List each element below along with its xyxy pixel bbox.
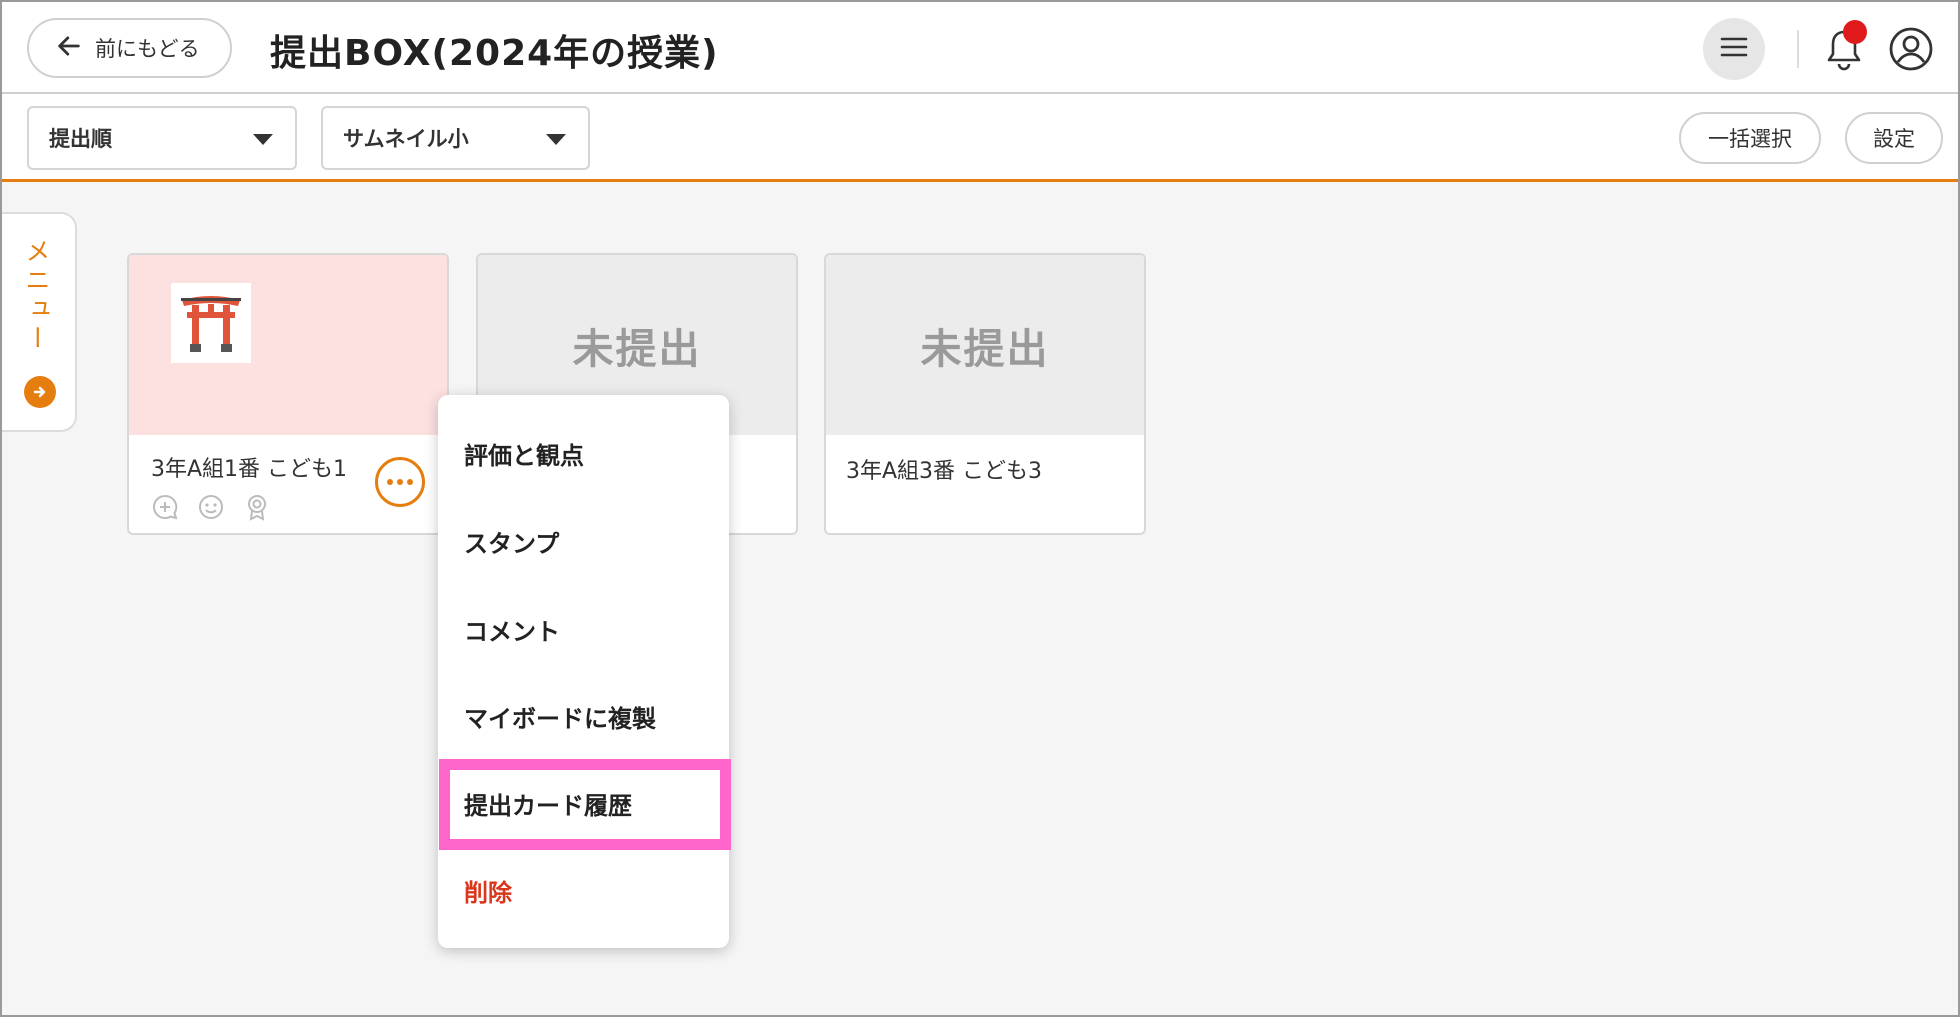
more-dot bbox=[397, 479, 403, 485]
submission-card[interactable]: 未提出 3年A組3番 こども3 bbox=[824, 253, 1146, 535]
account-icon bbox=[1888, 27, 1934, 76]
card-student-name: 3年A組1番 こども1 bbox=[151, 457, 348, 482]
more-dot bbox=[387, 479, 393, 485]
caret-down-icon bbox=[253, 134, 273, 145]
menu-item-comment[interactable]: コメント bbox=[464, 612, 560, 647]
card-context-menu: 評価と観点 スタンプ コメント マイボードに複製 提出カード履歴 削除 bbox=[438, 395, 729, 948]
more-dot bbox=[407, 479, 413, 485]
arrow-right-icon[interactable] bbox=[24, 376, 56, 408]
app-header: 前にもどる 提出BOX(2024年の授業) bbox=[2, 2, 1958, 94]
card-student-name: 3年A組3番 こども3 bbox=[846, 459, 1043, 484]
bell-icon bbox=[1822, 30, 1866, 76]
page-title: 提出BOX(2024年の授業) bbox=[270, 33, 719, 74]
highlight-annotation bbox=[439, 759, 731, 850]
not-submitted-placeholder: 未提出 bbox=[826, 255, 1144, 435]
arrow-left-icon bbox=[55, 32, 83, 65]
torii-icon bbox=[171, 283, 251, 363]
menu-item-copy-to-myboard[interactable]: マイボードに複製 bbox=[464, 699, 656, 734]
bulk-select-button[interactable]: 一括選択 bbox=[1679, 112, 1821, 164]
header-divider bbox=[1797, 30, 1799, 68]
menu-item-stamp[interactable]: スタンプ bbox=[464, 524, 559, 559]
side-menu-label: メニュー bbox=[22, 238, 51, 354]
hamburger-menu-button[interactable] bbox=[1703, 18, 1765, 80]
sort-order-value: 提出順 bbox=[49, 127, 112, 151]
hamburger-icon bbox=[1719, 35, 1749, 63]
notification-badge bbox=[1843, 20, 1867, 44]
card-thumbnail bbox=[129, 255, 447, 435]
caret-down-icon bbox=[546, 134, 566, 145]
comment-add-icon[interactable] bbox=[151, 493, 179, 521]
toolbar: 提出順 サムネイル小 一括選択 設定 bbox=[2, 94, 1958, 182]
account-button[interactable] bbox=[1888, 26, 1934, 72]
sort-order-select[interactable]: 提出順 bbox=[27, 106, 297, 170]
award-badge-icon[interactable] bbox=[243, 493, 271, 521]
settings-button[interactable]: 設定 bbox=[1845, 112, 1943, 164]
smiley-stamp-icon[interactable] bbox=[197, 493, 225, 521]
reaction-icons bbox=[151, 493, 271, 521]
view-size-value: サムネイル小 bbox=[343, 127, 469, 151]
card-more-options-button[interactable] bbox=[375, 457, 425, 507]
view-size-select[interactable]: サムネイル小 bbox=[321, 106, 590, 170]
back-button[interactable]: 前にもどる bbox=[27, 18, 232, 78]
back-button-label: 前にもどる bbox=[95, 37, 200, 61]
menu-item-evaluation[interactable]: 評価と観点 bbox=[464, 436, 584, 471]
menu-item-delete[interactable]: 削除 bbox=[464, 873, 512, 908]
